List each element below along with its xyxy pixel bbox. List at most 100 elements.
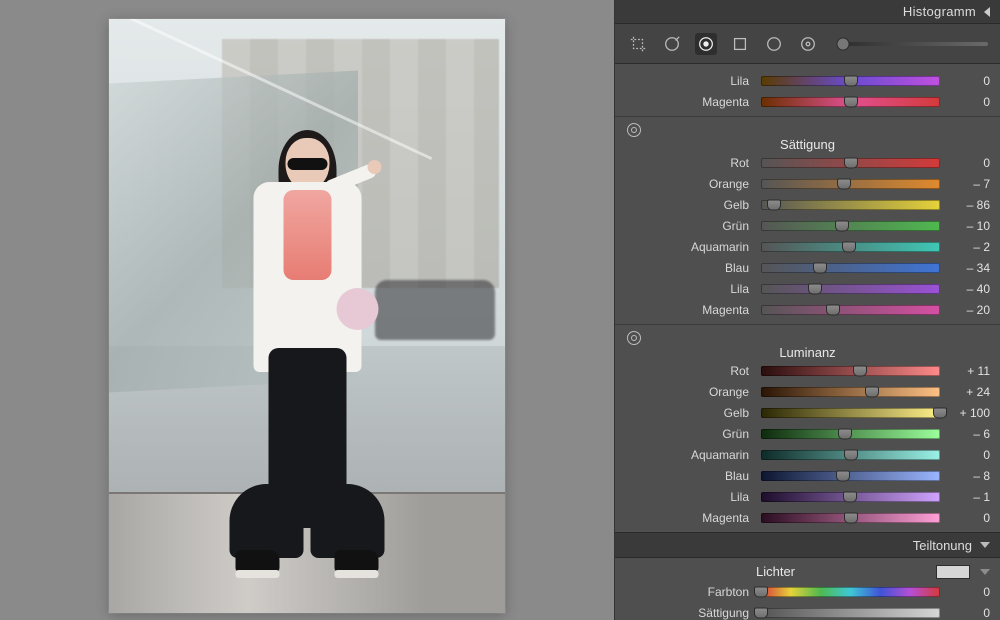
slider-value[interactable]: 0 bbox=[948, 74, 990, 88]
slider-track[interactable] bbox=[761, 76, 940, 86]
slider-track[interactable] bbox=[761, 242, 940, 252]
slider-value[interactable]: – 6 bbox=[948, 427, 990, 441]
tat-picker-icon[interactable] bbox=[627, 331, 641, 345]
slider-knob[interactable] bbox=[754, 607, 768, 618]
slider-track[interactable] bbox=[761, 429, 940, 439]
slider-value[interactable]: – 34 bbox=[948, 261, 990, 275]
slider-track[interactable] bbox=[761, 284, 940, 294]
slider-value[interactable]: – 86 bbox=[948, 198, 990, 212]
slider-knob[interactable] bbox=[813, 262, 827, 273]
slider-label: Gelb bbox=[615, 406, 753, 420]
chevron-down-icon[interactable] bbox=[980, 569, 990, 575]
splittoning-group: Lichter Farbton0Sättigung0 bbox=[615, 558, 1000, 620]
slider-row-hue-lila: Lila0 bbox=[615, 70, 1000, 91]
slider-track[interactable] bbox=[761, 221, 940, 231]
slider-value[interactable]: – 1 bbox=[948, 490, 990, 504]
slider-knob[interactable] bbox=[767, 199, 781, 210]
slider-knob[interactable] bbox=[933, 407, 947, 418]
slider-value[interactable]: 0 bbox=[948, 585, 990, 599]
slider-row-lum-magenta: Magenta0 bbox=[615, 507, 1000, 528]
slider-label: Rot bbox=[615, 364, 753, 378]
chevron-down-icon bbox=[980, 542, 990, 548]
radial-tool-icon[interactable] bbox=[763, 33, 785, 55]
slider-knob[interactable] bbox=[843, 491, 857, 502]
splittoning-title: Teiltonung bbox=[913, 538, 972, 553]
slider-value[interactable]: + 24 bbox=[948, 385, 990, 399]
highlight-color-swatch[interactable] bbox=[936, 565, 970, 579]
slider-track[interactable] bbox=[761, 97, 940, 107]
slider-row-lum-gruen: Grün– 6 bbox=[615, 423, 1000, 444]
slider-value[interactable]: – 7 bbox=[948, 177, 990, 191]
slider-row-split-farbton: Farbton0 bbox=[615, 581, 1000, 602]
slider-knob[interactable] bbox=[835, 220, 849, 231]
slider-label: Orange bbox=[615, 177, 753, 191]
slider-row-hue-magenta: Magenta0 bbox=[615, 91, 1000, 112]
slider-value[interactable]: – 20 bbox=[948, 303, 990, 317]
slider-knob[interactable] bbox=[842, 241, 856, 252]
slider-knob[interactable] bbox=[836, 470, 850, 481]
slider-knob[interactable] bbox=[844, 96, 858, 107]
slider-row-lum-lila: Lila– 1 bbox=[615, 486, 1000, 507]
slider-value[interactable]: – 8 bbox=[948, 469, 990, 483]
collapse-left-icon bbox=[984, 7, 990, 17]
slider-track[interactable] bbox=[761, 200, 940, 210]
slider-track[interactable] bbox=[761, 408, 940, 418]
slider-track[interactable] bbox=[761, 305, 940, 315]
slider-track[interactable] bbox=[761, 366, 940, 376]
lichter-label: Lichter bbox=[625, 564, 926, 579]
slider-knob[interactable] bbox=[838, 428, 852, 439]
brush-tool-icon[interactable] bbox=[797, 33, 819, 55]
slider-value[interactable]: 0 bbox=[948, 511, 990, 525]
crop-tool-icon[interactable] bbox=[627, 33, 649, 55]
slider-knob[interactable] bbox=[865, 386, 879, 397]
tat-picker-icon[interactable] bbox=[627, 123, 641, 137]
slider-row-sat-blau: Blau– 34 bbox=[615, 257, 1000, 278]
slider-knob[interactable] bbox=[844, 157, 858, 168]
slider-value[interactable]: 0 bbox=[948, 95, 990, 109]
saturation-title: Sättigung bbox=[780, 131, 835, 156]
slider-knob[interactable] bbox=[853, 365, 867, 376]
toolbar-slider[interactable] bbox=[837, 37, 988, 51]
slider-value[interactable]: + 100 bbox=[948, 406, 990, 420]
slider-track[interactable] bbox=[761, 492, 940, 502]
slider-knob[interactable] bbox=[754, 586, 768, 597]
slider-row-sat-gelb: Gelb – 86 bbox=[615, 194, 1000, 215]
slider-row-lum-orange: Orange+ 24 bbox=[615, 381, 1000, 402]
image-viewport[interactable] bbox=[0, 0, 614, 620]
splittoning-header[interactable]: Teiltonung bbox=[615, 532, 1000, 558]
slider-label: Aquamarin bbox=[615, 240, 753, 254]
slider-label: Magenta bbox=[615, 303, 753, 317]
slider-row-sat-magenta: Magenta – 20 bbox=[615, 299, 1000, 320]
slider-track[interactable] bbox=[761, 263, 940, 273]
slider-value[interactable]: 0 bbox=[948, 156, 990, 170]
slider-track[interactable] bbox=[761, 513, 940, 523]
spot-tool-icon[interactable] bbox=[661, 33, 683, 55]
gradient-tool-icon[interactable] bbox=[729, 33, 751, 55]
slider-knob[interactable] bbox=[808, 283, 822, 294]
slider-knob[interactable] bbox=[837, 178, 851, 189]
slider-value[interactable]: 0 bbox=[948, 606, 990, 620]
slider-knob[interactable] bbox=[844, 512, 858, 523]
slider-value[interactable]: 0 bbox=[948, 448, 990, 462]
slider-track[interactable] bbox=[761, 608, 940, 618]
slider-knob[interactable] bbox=[844, 75, 858, 86]
hue-group-tail: Lila0Magenta0 bbox=[615, 64, 1000, 116]
redeye-tool-icon[interactable] bbox=[695, 33, 717, 55]
slider-knob[interactable] bbox=[826, 304, 840, 315]
slider-track[interactable] bbox=[761, 179, 940, 189]
slider-value[interactable]: + 11 bbox=[948, 364, 990, 378]
slider-row-lum-aquamarin: Aquamarin0 bbox=[615, 444, 1000, 465]
slider-value[interactable]: – 40 bbox=[948, 282, 990, 296]
slider-value[interactable]: – 10 bbox=[948, 219, 990, 233]
slider-track[interactable] bbox=[761, 587, 940, 597]
slider-value[interactable]: – 2 bbox=[948, 240, 990, 254]
slider-label: Gelb bbox=[615, 198, 753, 212]
slider-track[interactable] bbox=[761, 450, 940, 460]
slider-track[interactable] bbox=[761, 471, 940, 481]
preview-image bbox=[109, 19, 505, 613]
local-adjust-toolbar bbox=[615, 24, 1000, 64]
slider-track[interactable] bbox=[761, 387, 940, 397]
slider-knob[interactable] bbox=[844, 449, 858, 460]
histogram-header[interactable]: Histogramm bbox=[615, 0, 1000, 24]
slider-track[interactable] bbox=[761, 158, 940, 168]
